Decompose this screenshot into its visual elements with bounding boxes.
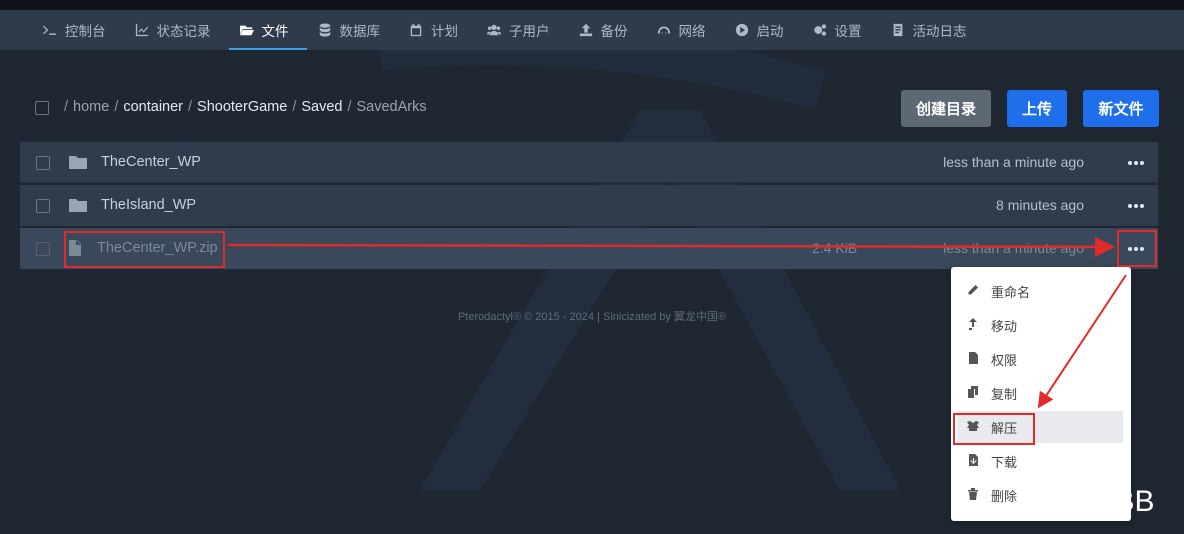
breadcrumb: / home / container / ShooterGame / Saved… (64, 99, 427, 115)
annotation-box-zip-file (64, 231, 225, 268)
nav-item-activity[interactable]: 活动日志 (880, 10, 985, 50)
breadcrumb-item[interactable]: Saved (301, 99, 342, 115)
database-icon (317, 22, 333, 38)
create-directory-button[interactable]: 创建目录 (901, 90, 991, 127)
menu-item-label: 重命名 (991, 284, 1031, 300)
file-row[interactable]: TheCenter_WP less than a minute ago (20, 142, 1158, 183)
copy-icon (967, 386, 981, 400)
nav-item-label: 备份 (600, 24, 628, 39)
folder-icon (69, 154, 87, 170)
paw-icon (1022, 484, 1050, 512)
new-file-button[interactable]: 新文件 (1083, 90, 1159, 127)
file-lock-icon (967, 352, 981, 366)
pencil-icon (967, 284, 981, 298)
nav-item-label: 文件 (261, 24, 289, 39)
file-name[interactable]: TheCenter_WP (101, 154, 201, 170)
folder-icon (69, 197, 87, 213)
log-icon (890, 22, 906, 38)
file-modified: less than a minute ago (943, 240, 1084, 256)
nav-item-label: 子用户 (509, 24, 550, 39)
chart-icon (134, 22, 150, 38)
nav-item-backups[interactable]: 备份 (568, 10, 646, 50)
network-icon (656, 22, 672, 38)
more-options-icon[interactable] (1128, 204, 1144, 208)
nav-item-stats[interactable]: 状态记录 (124, 10, 229, 50)
menu-item-rename[interactable]: 重命名 (957, 275, 1123, 307)
upload-icon (578, 22, 594, 38)
nav-item-schedules[interactable]: 计划 (398, 10, 476, 50)
menu-item-label: 复制 (991, 386, 1018, 402)
nav-item-label: 计划 (431, 24, 458, 39)
row-checkbox[interactable] (36, 199, 50, 213)
nav-item-settings[interactable]: 设置 (802, 10, 880, 50)
file-modified: less than a minute ago (943, 154, 1084, 170)
breadcrumb-item[interactable]: container (123, 99, 183, 115)
folder-open-icon (239, 22, 255, 38)
breadcrumb-item[interactable]: ShooterGame (197, 99, 287, 115)
nav-item-label: 状态记录 (156, 24, 211, 39)
calendar-icon (408, 22, 424, 38)
watermark-text: @大BB (1054, 485, 1155, 518)
gears-icon (812, 22, 828, 38)
nav-item-network[interactable]: 网络 (646, 10, 724, 50)
breadcrumb-item[interactable]: home (73, 99, 109, 115)
file-download-icon (967, 454, 981, 468)
breadcrumb-current: SavedArks (356, 99, 427, 115)
nav-item-files[interactable]: 文件 (228, 10, 307, 50)
nav-item-label: 数据库 (339, 24, 381, 39)
menu-item-download[interactable]: 下载 (957, 445, 1123, 477)
nav-item-label: 控制台 (65, 24, 106, 39)
annotation-box-extract (953, 413, 1035, 445)
annotation-box-more-button (1117, 230, 1157, 267)
file-name[interactable]: TheIsland_WP (101, 197, 196, 213)
users-icon (486, 22, 502, 38)
nav-item-label: 设置 (834, 24, 862, 39)
nav-item-startup[interactable]: 启动 (724, 10, 802, 50)
top-nav: 控制台 状态记录 文件 数据库 计划 子用户 备份 网络 启动 设置 活动日志 (0, 10, 1184, 50)
file-modified: 8 minutes ago (996, 197, 1084, 213)
nav-item-label: 网络 (678, 24, 706, 39)
play-icon (734, 22, 750, 38)
terminal-icon (42, 22, 58, 38)
menu-item-label: 删除 (991, 488, 1018, 504)
select-all-checkbox[interactable] (35, 101, 49, 115)
nav-item-subusers[interactable]: 子用户 (476, 10, 568, 50)
file-row[interactable]: TheIsland_WP 8 minutes ago (20, 185, 1158, 226)
menu-item-move[interactable]: 移动 (957, 309, 1123, 341)
move-arrow-icon (967, 318, 981, 332)
menu-item-label: 下载 (991, 454, 1018, 470)
nav-item-label: 启动 (756, 24, 784, 39)
menu-item-copy[interactable]: 复制 (957, 377, 1123, 409)
row-checkbox[interactable] (36, 242, 50, 256)
row-checkbox[interactable] (36, 156, 50, 170)
upload-button[interactable]: 上传 (1007, 90, 1067, 127)
nav-item-label: 活动日志 (912, 24, 967, 39)
menu-item-permissions[interactable]: 权限 (957, 343, 1123, 375)
nav-item-console[interactable]: 控制台 (32, 10, 124, 50)
file-size: 2.4 KiB (812, 240, 858, 256)
menu-item-label: 权限 (991, 352, 1018, 368)
menu-item-label: 移动 (991, 318, 1018, 334)
watermark: @大BB (1022, 476, 1154, 520)
more-options-icon[interactable] (1128, 161, 1144, 165)
window-top-strip (0, 0, 1184, 10)
nav-item-databases[interactable]: 数据库 (307, 10, 399, 50)
trash-icon (967, 488, 981, 502)
